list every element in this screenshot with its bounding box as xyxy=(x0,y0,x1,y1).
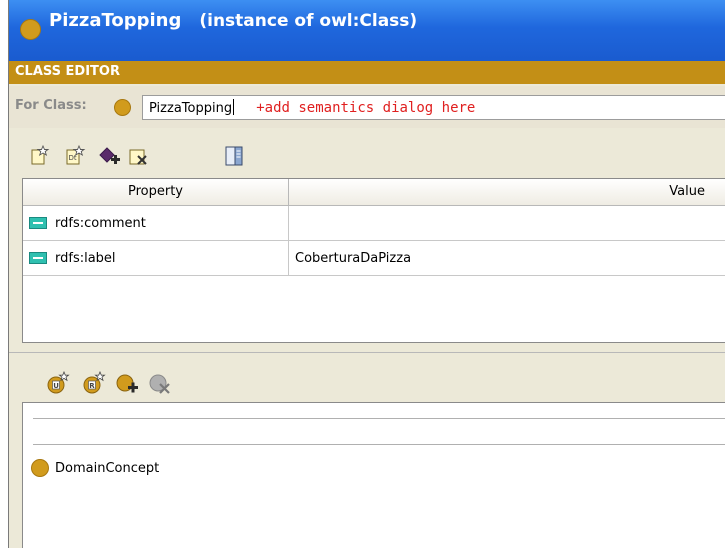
svg-text:R: R xyxy=(89,382,95,390)
add-restriction-icon[interactable] xyxy=(98,144,122,168)
window-title: PizzaTopping (instance of owl:Class) xyxy=(49,10,417,31)
class-icon xyxy=(31,459,49,477)
list-separator xyxy=(33,444,725,445)
svg-text:U: U xyxy=(53,382,59,390)
view-panel-icon[interactable] xyxy=(222,144,246,168)
create-datatype-property-icon[interactable]: Dt xyxy=(64,144,88,168)
column-header-value[interactable]: Value xyxy=(289,179,725,205)
window-title-class: PizzaTopping xyxy=(49,10,182,31)
class-icon xyxy=(114,99,131,116)
class-name-value: PizzaTopping xyxy=(149,101,233,116)
for-class-label: For Class: xyxy=(15,98,87,113)
superclass-name: DomainConcept xyxy=(55,460,160,476)
table-header: Property Value xyxy=(23,179,725,206)
class-icon xyxy=(20,19,41,40)
create-restriction-icon[interactable]: R xyxy=(82,371,106,395)
list-item[interactable]: DomainConcept xyxy=(31,459,159,477)
column-header-property[interactable]: Property xyxy=(23,179,289,205)
add-superclass-icon[interactable] xyxy=(116,371,140,395)
for-class-row: For Class: PizzaTopping +add semantics d… xyxy=(9,86,725,128)
class-name-field[interactable]: PizzaTopping +add semantics dialog here xyxy=(142,95,725,120)
property-name: rdfs:label xyxy=(55,250,116,266)
property-cell[interactable]: rdfs:label xyxy=(23,241,289,275)
class-editor-window: PizzaTopping (instance of owl:Class) CLA… xyxy=(8,0,725,548)
window-title-suffix: (instance of owl:Class) xyxy=(199,11,418,31)
superclass-list: DomainConcept xyxy=(22,402,725,548)
title-bar: PizzaTopping (instance of owl:Class) xyxy=(9,0,725,61)
property-toolbar: Dt xyxy=(9,138,725,172)
text-caret xyxy=(233,99,235,115)
property-table: Property Value rdfs:comment rdfs:label C… xyxy=(22,178,725,343)
annotation-property-icon xyxy=(29,252,47,264)
value-cell[interactable]: CoberturaDaPizza xyxy=(289,251,725,266)
create-property-icon[interactable] xyxy=(29,144,53,168)
create-named-class-icon[interactable]: U xyxy=(46,371,70,395)
remove-superclass-icon[interactable] xyxy=(149,371,173,395)
property-name: rdfs:comment xyxy=(55,215,146,231)
remove-icon[interactable] xyxy=(127,144,151,168)
list-separator xyxy=(33,418,725,419)
section-header: CLASS EDITOR xyxy=(9,61,725,84)
annotation-note: +add semantics dialog here xyxy=(256,100,476,116)
superclass-toolbar: U R xyxy=(9,365,725,399)
table-row[interactable]: rdfs:comment xyxy=(23,206,725,241)
annotation-property-icon xyxy=(29,217,47,229)
panel-divider[interactable] xyxy=(9,352,725,353)
property-cell[interactable]: rdfs:comment xyxy=(23,206,289,240)
table-row[interactable]: rdfs:label CoberturaDaPizza xyxy=(23,241,725,276)
